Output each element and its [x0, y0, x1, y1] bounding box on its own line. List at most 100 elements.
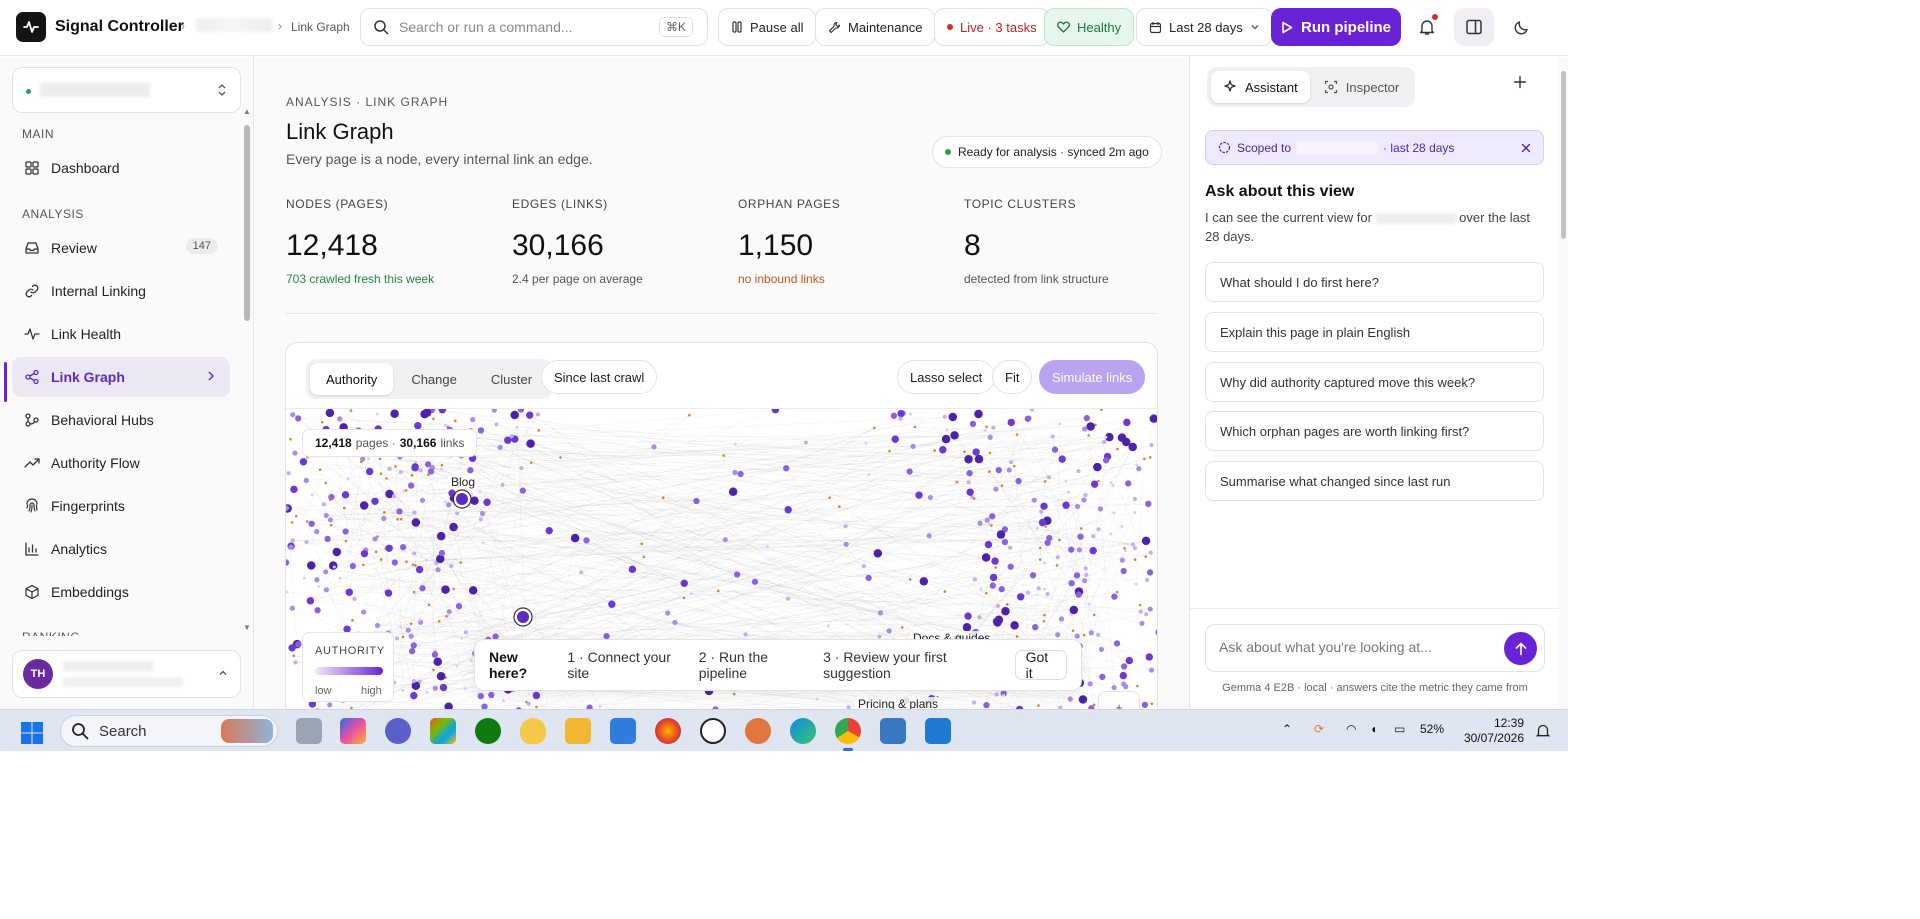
- pages-count: 12,418: [315, 436, 352, 450]
- taskbar-search[interactable]: Search: [60, 715, 278, 747]
- notifications-button[interactable]: [1407, 8, 1447, 46]
- graph-node: [1000, 484, 1004, 487]
- vscode-icon[interactable]: [925, 718, 951, 744]
- os-taskbar: Search ⌃ ⟳ ◠ ◖ ▭ 52% 12:39 30/07/2026: [0, 709, 1568, 751]
- sidebar-item-analytics[interactable]: Analytics: [12, 529, 230, 569]
- lasso-select-button[interactable]: Lasso select: [897, 360, 996, 394]
- suggestion-button[interactable]: Why did authority captured move this wee…: [1205, 362, 1544, 402]
- windows-start-icon[interactable]: [20, 721, 44, 745]
- sidebar-item-authority-flow[interactable]: Authority Flow: [12, 443, 230, 483]
- dismiss-onboarding-button[interactable]: Got it: [1014, 649, 1068, 681]
- system-clock[interactable]: 12:39 30/07/2026: [1458, 716, 1524, 746]
- workspace-select[interactable]: [12, 67, 241, 113]
- sidebar-item-review[interactable]: Review 147: [12, 228, 230, 268]
- suggestion-button[interactable]: Which orphan pages are worth linking fir…: [1205, 411, 1544, 451]
- claude-icon[interactable]: [745, 718, 771, 744]
- tips-icon[interactable]: [520, 718, 546, 744]
- sidebar-item-dashboard[interactable]: Dashboard: [12, 148, 230, 188]
- toggle-panel-button[interactable]: [1454, 8, 1494, 46]
- health-status-button[interactable]: Healthy: [1044, 8, 1135, 46]
- teams-app-icon[interactable]: [385, 718, 411, 744]
- chevron-up-icon[interactable]: ⌃: [1282, 722, 1292, 736]
- firefox-icon[interactable]: [655, 718, 681, 744]
- node-label-pricing[interactable]: Pricing & plans: [855, 697, 942, 709]
- volume-icon[interactable]: ◖: [1370, 722, 1377, 736]
- stat-label: EDGES (LINKS): [512, 197, 608, 211]
- graph-node: [362, 563, 365, 567]
- zoom-in-button[interactable]: +: [1098, 691, 1140, 709]
- date-range-select[interactable]: Last 28 days: [1136, 8, 1273, 46]
- mode-authority[interactable]: Authority: [310, 363, 394, 395]
- graph-node: [449, 522, 458, 532]
- scroll-down-icon[interactable]: ▼: [243, 623, 251, 632]
- stat-label: NODES (PAGES): [286, 197, 389, 211]
- notification-bell-icon[interactable]: [1535, 723, 1551, 739]
- panel-scrollbar[interactable]: [1559, 57, 1568, 709]
- suggestion-button[interactable]: What should I do first here?: [1205, 262, 1544, 302]
- onboarding-step[interactable]: 2 · Run the pipeline: [699, 649, 809, 681]
- node-label-docs[interactable]: Docs & guides: [910, 631, 994, 639]
- edge-icon[interactable]: [790, 718, 816, 744]
- suggestion-button[interactable]: Explain this page in plain English: [1205, 312, 1544, 352]
- graph-node: [359, 501, 369, 510]
- sidebar-item-fingerprints[interactable]: Fingerprints: [12, 486, 230, 526]
- graph-node: [1074, 633, 1080, 639]
- links-count: 30,166: [399, 436, 437, 450]
- theme-toggle-button[interactable]: [1501, 8, 1541, 46]
- copilot-icon[interactable]: [340, 718, 366, 744]
- run-pipeline-button[interactable]: Run pipeline: [1271, 8, 1401, 46]
- graph-canvas[interactable]: 12,418 pages · 30,166 links Blog Docs & …: [286, 406, 1157, 709]
- wifi-icon[interactable]: ◠: [1346, 722, 1356, 736]
- onboarding-step[interactable]: 1 · Connect your site: [567, 649, 684, 681]
- close-icon[interactable]: [1521, 143, 1531, 153]
- battery-icon[interactable]: ▭: [1394, 722, 1405, 736]
- sidebar-item-internal-linking[interactable]: Internal Linking: [12, 271, 230, 311]
- sidebar-item-label: Review: [51, 240, 97, 256]
- graph-node: [974, 409, 983, 419]
- scroll-up-icon[interactable]: ▲: [243, 107, 251, 116]
- wrench-icon: [828, 21, 841, 33]
- breadcrumb-current[interactable]: Link Graph: [291, 20, 350, 34]
- sidebar-item-link-graph[interactable]: Link Graph: [12, 357, 230, 397]
- chat-input-box[interactable]: [1205, 624, 1545, 672]
- scrollbar-thumb[interactable]: [1561, 71, 1566, 239]
- tab-assistant[interactable]: Assistant: [1211, 71, 1310, 103]
- onboarding-step[interactable]: 3 · Review your first suggestion: [823, 649, 1001, 681]
- chat-input[interactable]: [1219, 639, 1489, 655]
- tab-inspector[interactable]: Inspector: [1312, 71, 1411, 103]
- graph-node: [1083, 493, 1088, 498]
- chrome-icon[interactable]: [835, 718, 861, 751]
- sidebar-item-link-health[interactable]: Link Health: [12, 314, 230, 354]
- sidebar-scrollbar[interactable]: [244, 125, 250, 321]
- plus-icon[interactable]: [1513, 75, 1527, 89]
- send-button[interactable]: [1504, 632, 1537, 665]
- photos-icon[interactable]: [880, 718, 906, 744]
- search-input[interactable]: [399, 19, 649, 35]
- app-logo[interactable]: [16, 12, 46, 42]
- mode-change[interactable]: Change: [395, 363, 473, 395]
- sidebar-item-behavioral-hubs[interactable]: Behavioral Hubs: [12, 400, 230, 440]
- divider: [1190, 608, 1560, 609]
- breadcrumb-site[interactable]: [196, 18, 272, 32]
- sidebar-item-embeddings[interactable]: Embeddings: [12, 572, 230, 612]
- xbox-icon[interactable]: [475, 718, 501, 744]
- chatgpt-icon[interactable]: [700, 718, 726, 744]
- suggestion-button[interactable]: Summarise what changed since last run: [1205, 461, 1544, 501]
- fit-button[interactable]: Fit: [992, 360, 1033, 394]
- pause-all-button[interactable]: Pause all: [718, 8, 817, 46]
- update-icon[interactable]: ⟳: [1314, 722, 1324, 736]
- maintenance-button[interactable]: Maintenance: [815, 8, 936, 46]
- graph-node: [1005, 603, 1009, 606]
- user-menu[interactable]: TH: [12, 650, 241, 698]
- task-view-icon[interactable]: [296, 718, 322, 744]
- since-last-crawl-button[interactable]: Since last crawl: [541, 360, 658, 394]
- node-label-blog[interactable]: Blog: [448, 475, 479, 489]
- notepad-icon[interactable]: [610, 718, 636, 744]
- store-icon[interactable]: [430, 718, 456, 744]
- file-explorer-icon[interactable]: [565, 718, 591, 744]
- mode-cluster[interactable]: Cluster: [475, 363, 548, 395]
- command-search[interactable]: ⌘K: [360, 8, 708, 46]
- simulate-links-button[interactable]: Simulate links: [1039, 360, 1146, 394]
- live-dot-icon: [947, 24, 953, 30]
- live-tasks-button[interactable]: Live · 3 tasks: [934, 8, 1050, 46]
